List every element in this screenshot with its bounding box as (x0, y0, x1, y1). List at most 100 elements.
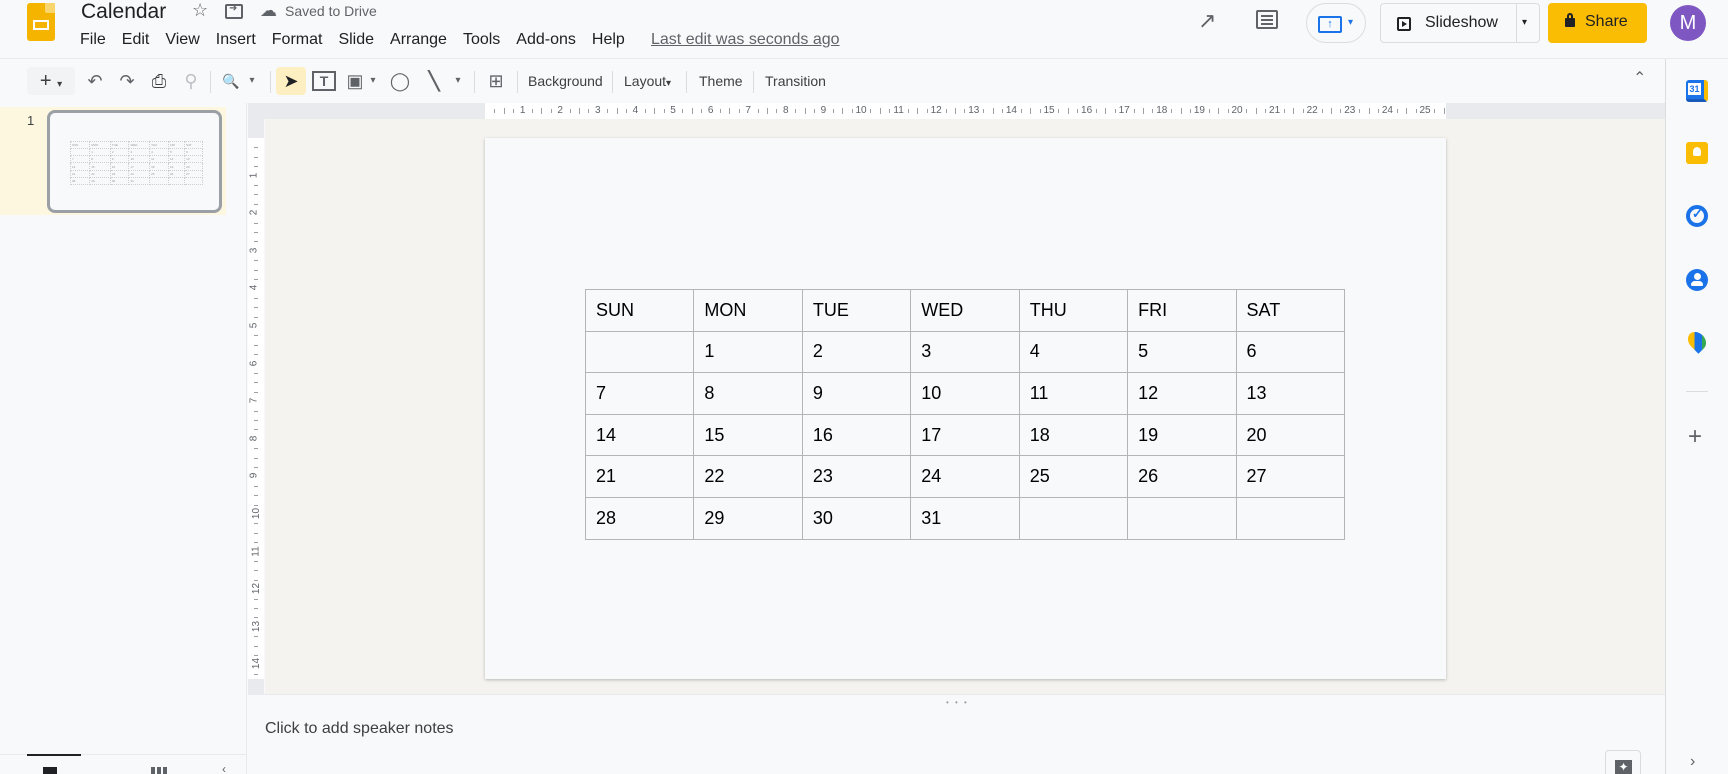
menu-slide[interactable]: Slide (338, 31, 374, 49)
theme-button[interactable]: Theme (699, 67, 743, 95)
add-comment-icon[interactable]: ⊞ (483, 67, 509, 95)
calendar-date-cell[interactable]: 23 (801, 455, 912, 498)
calendar-date-cell[interactable] (1018, 496, 1129, 540)
share-button[interactable]: Share (1548, 3, 1647, 43)
menu-arrange[interactable]: Arrange (390, 31, 447, 49)
line-icon[interactable]: ╲ (422, 67, 446, 95)
cloud-saved-icon[interactable]: ☁ (260, 1, 277, 21)
calendar-date-cell[interactable]: 14 (584, 413, 695, 457)
slides-logo-icon[interactable] (27, 3, 55, 41)
calendar-date-cell[interactable]: 13 (1235, 372, 1346, 415)
calendar-date-cell[interactable]: 16 (801, 413, 912, 457)
google-keep-icon[interactable] (1686, 142, 1708, 164)
vertical-ruler[interactable]: 1 2 3 4 5 6 7 8 9 10 11 12 13 14 (248, 138, 264, 679)
speaker-notes-input[interactable]: Click to add speaker notes (265, 720, 454, 738)
comment-history-icon[interactable] (1256, 10, 1278, 29)
slide-canvas[interactable]: SUN MON TUE WED THU FRI SAT 1 2 3 4 5 6 7 8 9 10 11 12 13 14… (485, 138, 1446, 679)
calendar-date-cell[interactable]: 28 (584, 496, 695, 540)
calendar-date-cell[interactable]: 30 (801, 496, 912, 540)
line-chevron-icon[interactable]: ▾ (451, 67, 465, 95)
calendar-day-header[interactable]: FRI (1127, 289, 1237, 332)
calendar-date-cell[interactable] (1235, 496, 1346, 540)
grid-view-icon[interactable] (151, 767, 167, 774)
calendar-date-cell[interactable]: 29 (693, 496, 803, 540)
present-to-meeting-button[interactable]: ↑ ▾ (1306, 3, 1366, 43)
calendar-day-header[interactable]: WED (910, 289, 1020, 332)
move-to-folder-icon[interactable] (225, 3, 243, 19)
calendar-date-cell[interactable]: 22 (693, 455, 803, 498)
star-icon[interactable]: ☆ (192, 0, 208, 21)
image-icon[interactable]: ▣ (344, 67, 366, 95)
slide-thumbnail[interactable]: SUN MON TUE WED THU FRI SAT 1 2 3 4 5 6 7 8 9 10 11 12 13 14… (47, 110, 222, 213)
textbox-icon[interactable]: T (312, 71, 336, 91)
calendar-day-header[interactable]: SUN (584, 289, 695, 332)
calendar-date-cell[interactable]: 26 (1127, 455, 1237, 498)
calendar-date-cell[interactable]: 2 (801, 330, 912, 374)
calendar-date-cell[interactable]: 4 (1018, 330, 1129, 374)
calendar-day-header[interactable]: MON (693, 289, 803, 332)
calendar-date-cell[interactable]: 19 (1127, 413, 1237, 457)
calendar-date-cell[interactable]: 17 (910, 413, 1020, 457)
maps-icon[interactable] (1684, 328, 1710, 354)
calendar-date-cell[interactable]: 10 (910, 372, 1020, 415)
collapse-filmstrip-icon[interactable]: ‹ (222, 762, 226, 774)
activity-dashboard-icon[interactable]: ↗ (1198, 8, 1216, 34)
slideshow-button[interactable]: Slideshow ▾ (1380, 3, 1540, 43)
calendar-date-cell[interactable]: 3 (910, 330, 1020, 374)
google-tasks-icon[interactable] (1686, 205, 1708, 227)
select-icon[interactable]: ➤ (276, 67, 306, 95)
calendar-date-cell[interactable]: 25 (1018, 455, 1129, 498)
calendar-date-cell[interactable]: 24 (910, 455, 1020, 498)
menu-help[interactable]: Help (592, 31, 625, 49)
collapse-menus-icon[interactable]: ⌃ (1633, 68, 1646, 88)
image-chevron-icon[interactable]: ▾ (366, 67, 380, 95)
last-edit-link[interactable]: Last edit was seconds ago (651, 31, 840, 49)
print-icon[interactable]: ⎙ (146, 67, 172, 95)
calendar-table[interactable]: SUN MON TUE WED THU FRI SAT 1 2 3 4 5 6 7 8 9 10 11 12 13 14… (584, 289, 1346, 540)
calendar-date-cell[interactable]: 20 (1235, 413, 1346, 457)
menu-insert[interactable]: Insert (216, 31, 256, 49)
background-button[interactable]: Background (528, 67, 603, 95)
calendar-date-cell[interactable]: 11 (1018, 372, 1129, 415)
get-add-ons-icon[interactable]: + (1688, 423, 1702, 451)
shape-icon[interactable]: ◯ (388, 67, 412, 95)
paint-format-icon[interactable]: ⚲ (178, 67, 204, 95)
new-slide-button[interactable]: + ▾ (27, 67, 75, 95)
calendar-date-cell[interactable]: 8 (693, 372, 803, 415)
slideshow-options-chevron-icon[interactable]: ▾ (1522, 17, 1527, 28)
calendar-date-cell[interactable] (1127, 496, 1237, 540)
calendar-date-cell[interactable]: 21 (584, 455, 695, 498)
calendar-date-cell[interactable]: 31 (910, 496, 1020, 540)
notes-resize-handle[interactable]: • • • (946, 698, 969, 707)
filmstrip-view-icon[interactable] (43, 767, 57, 774)
calendar-date-cell[interactable]: 1 (693, 330, 803, 374)
menu-tools[interactable]: Tools (463, 31, 500, 49)
calendar-date-cell[interactable]: 18 (1018, 413, 1129, 457)
menu-format[interactable]: Format (272, 31, 323, 49)
document-title[interactable]: Calendar (81, 0, 166, 24)
contacts-icon[interactable] (1686, 269, 1708, 291)
transition-button[interactable]: Transition (765, 67, 826, 95)
layout-button[interactable]: Layout▾ (624, 67, 671, 95)
google-calendar-icon[interactable] (1686, 80, 1708, 102)
calendar-date-cell[interactable]: 27 (1235, 455, 1346, 498)
account-avatar[interactable]: M (1670, 5, 1706, 41)
calendar-day-header[interactable]: SAT (1235, 289, 1346, 332)
menu-file[interactable]: File (80, 31, 106, 49)
horizontal-ruler[interactable]: 1 2 3 4 5 6 7 8 9 10 11 12 13 14 15 16 17 18 19 20 21 22 23 24 2… (485, 103, 1446, 119)
calendar-day-header[interactable]: THU (1018, 289, 1129, 332)
explore-button[interactable]: ✦ (1605, 750, 1641, 774)
calendar-date-cell[interactable]: 12 (1127, 372, 1237, 415)
menu-edit[interactable]: Edit (122, 31, 150, 49)
menu-view[interactable]: View (165, 31, 199, 49)
calendar-date-cell[interactable]: 7 (584, 372, 695, 415)
menu-add-ons[interactable]: Add-ons (516, 31, 576, 49)
show-side-panel-icon[interactable]: › (1690, 753, 1695, 771)
calendar-date-cell[interactable]: 6 (1235, 330, 1346, 374)
zoom-chevron-icon[interactable]: ▾ (245, 67, 259, 95)
calendar-date-cell[interactable]: 5 (1127, 330, 1237, 374)
zoom-icon[interactable]: 🔍 (219, 67, 243, 95)
calendar-day-header[interactable]: TUE (801, 289, 912, 332)
calendar-date-cell[interactable]: 9 (801, 372, 912, 415)
redo-icon[interactable]: ↷ (114, 67, 140, 95)
